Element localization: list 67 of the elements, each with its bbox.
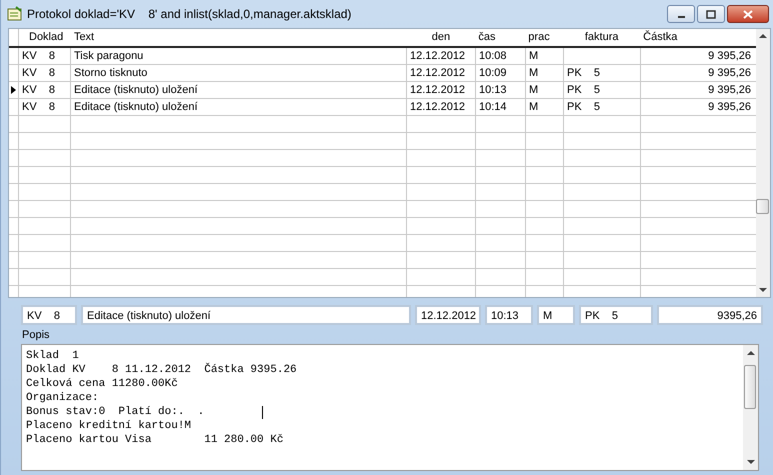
table-cell: Editace (tisknuto) uložení [74, 101, 198, 113]
column-header[interactable]: faktura [584, 31, 619, 43]
table-cell: PK 5 [567, 84, 600, 96]
table-cell: PK 5 [567, 101, 600, 113]
maximize-icon [706, 10, 716, 18]
input-field[interactable]: 9395,26 [657, 305, 763, 325]
table-cell: 12.12.2012 [410, 101, 466, 113]
input-field[interactable]: 12.12.2012 [415, 305, 481, 325]
text-cursor [262, 406, 264, 418]
column-header[interactable]: Text [74, 31, 94, 43]
scrollbar[interactable] [756, 29, 770, 297]
table-cell: M [529, 50, 538, 62]
table-cell: KV 8 [22, 67, 56, 79]
scroll-down-icon [759, 288, 767, 293]
minimize-button[interactable] [667, 5, 695, 23]
input-field[interactable]: KV 8 [21, 305, 77, 325]
scroll-up-icon [759, 33, 767, 38]
table-cell: 10:13 [479, 84, 507, 96]
table-cell: 9 395,26 [708, 50, 751, 62]
input-field[interactable]: Editace (tisknuto) uložení [81, 305, 411, 325]
table-cell: 10:14 [479, 101, 507, 113]
text-line: Placeno kartou Visa 11 280.00 Kč [26, 433, 284, 447]
text-line: Doklad KV 8 11.12.2012 Částka 9395.26 [26, 363, 297, 377]
table-cell: PK 5 [567, 67, 600, 79]
table-cell: 12.12.2012 [410, 50, 466, 62]
table-cell: 12.12.2012 [410, 67, 466, 79]
text-line: Sklad 1 [26, 349, 79, 363]
app-icon [7, 6, 23, 22]
table-cell: KV 8 [22, 101, 56, 113]
input-field[interactable]: PK 5 [579, 305, 653, 325]
scrollbar[interactable] [743, 345, 758, 470]
close-button[interactable] [727, 5, 769, 23]
table-cell: 9 395,26 [708, 84, 751, 96]
column-header[interactable]: prac [528, 31, 550, 43]
popis-label: Popis [22, 329, 51, 342]
column-header[interactable]: čas [478, 31, 496, 43]
column-header[interactable]: den [432, 31, 450, 43]
table-cell: 9 395,26 [708, 67, 751, 79]
table-cell: M [529, 84, 538, 96]
table-cell: M [529, 101, 538, 113]
table-cell: Editace (tisknuto) uložení [74, 84, 198, 96]
text-line: Organizace: [26, 391, 99, 405]
maximize-button[interactable] [697, 5, 725, 23]
window-title: Protokol doklad='KV 8' and inlist(sklad,0,manager.aktsklad) [27, 7, 352, 21]
table-cell: 9 395,26 [708, 101, 751, 113]
text-line: Bonus stav:0 Platí do:. . [26, 405, 204, 419]
input-field[interactable]: 10:13 [485, 305, 533, 325]
scroll-up-icon [746, 350, 754, 355]
table-cell: Storno tisknuto [74, 67, 148, 79]
text-area[interactable]: Sklad 1 Doklad KV 8 11.12.2012 Částka 9395.26 Celková cena 11280.00Kč Organizace: Bonus stav:0 Platí do:. . Placeno kreditní kartou!M Placeno kartou Visa 11 280.00 Kč [21, 344, 759, 471]
table-cell: M [529, 67, 538, 79]
scroll-thumb[interactable] [756, 199, 769, 214]
table-cell: Tisk paragonu [74, 50, 144, 62]
minimize-icon [678, 16, 684, 18]
scroll-thumb[interactable] [744, 365, 756, 409]
column-header[interactable]: Doklad [29, 31, 64, 43]
scroll-down-icon [746, 460, 754, 465]
column-header[interactable]: Částka [643, 31, 678, 43]
table-cell: 12.12.2012 [410, 84, 466, 96]
text-line: Placeno kreditní kartou!M [26, 419, 192, 433]
table-cell: 10:08 [479, 50, 507, 62]
input-field[interactable]: M [537, 305, 575, 325]
text-line: Celková cena 11280.00Kč [26, 377, 178, 391]
table-cell: 10:09 [479, 67, 507, 79]
table-cell: KV 8 [22, 50, 56, 62]
table-cell: KV 8 [22, 84, 56, 96]
close-icon [743, 10, 753, 18]
